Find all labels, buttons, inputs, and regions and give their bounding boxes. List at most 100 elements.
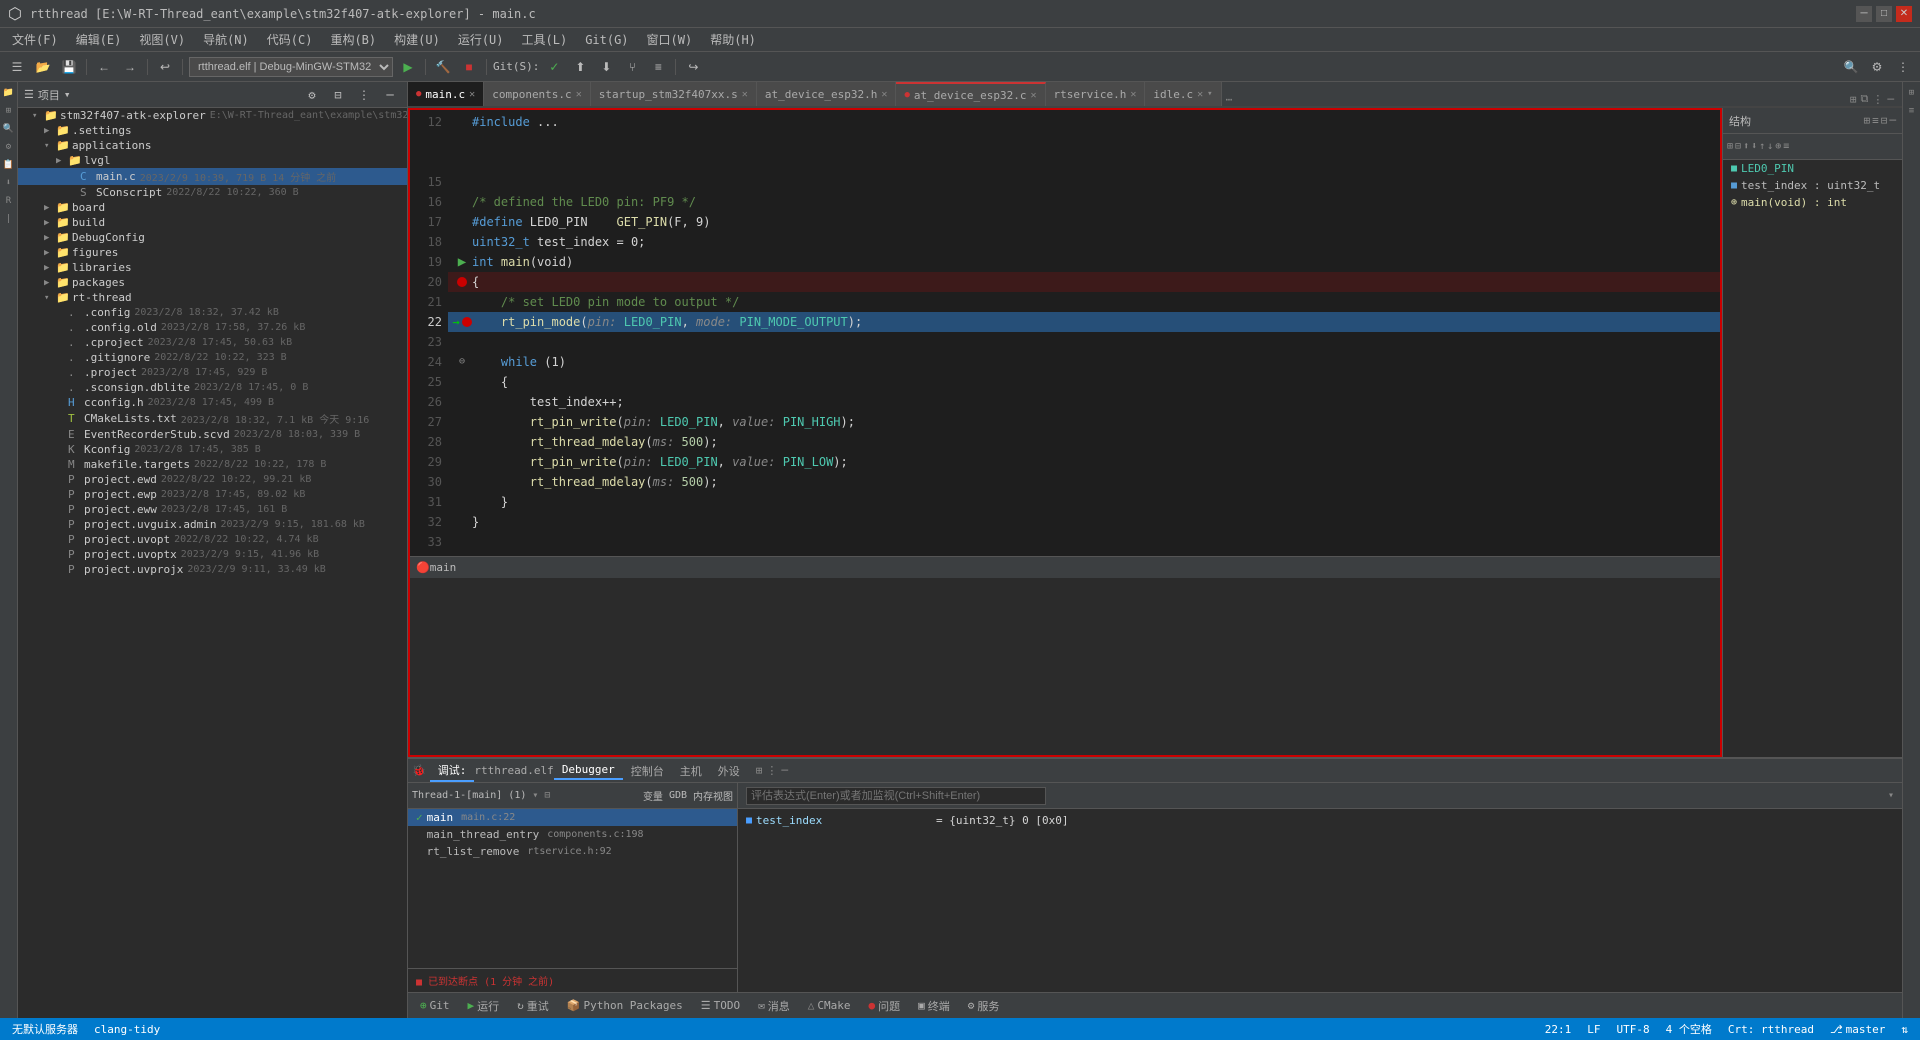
tree-libraries[interactable]: ▶ 📁 libraries: [18, 260, 407, 275]
status-clang-tidy[interactable]: clang-tidy: [90, 1023, 164, 1036]
tree-cconfigh[interactable]: H cconfig.h 2023/2/8 17:45, 499 B: [18, 395, 407, 410]
menu-view[interactable]: 视图(V): [131, 29, 193, 50]
menu-git[interactable]: Git(G): [577, 31, 636, 49]
menu-code[interactable]: 代码(C): [259, 29, 321, 50]
tree-uvprojx[interactable]: P project.uvprojx 2023/2/9 9:11, 33.49 k…: [18, 562, 407, 577]
tab-extra[interactable]: ⋯: [1222, 93, 1237, 106]
outline-item-testindex[interactable]: ■ test_index : uint32_t: [1723, 177, 1902, 194]
outline-tool-5[interactable]: ↑: [1759, 141, 1765, 152]
toolbar-git-check[interactable]: ✓: [543, 56, 565, 78]
toolbar-settings[interactable]: ⚙: [1866, 56, 1888, 78]
tab-bar-expand[interactable]: ⊞: [1850, 93, 1857, 106]
outline-action-1[interactable]: ⊞: [1864, 114, 1871, 127]
outline-action-4[interactable]: ─: [1889, 114, 1896, 127]
tree-lvgl[interactable]: ▶ 📁 lvgl: [18, 153, 407, 168]
tree-makefiletargets[interactable]: M makefile.targets 2022/8/22 10:22, 178 …: [18, 457, 407, 472]
status-line-col[interactable]: 22:1: [1541, 1023, 1576, 1036]
status-encoding[interactable]: UTF-8: [1612, 1023, 1653, 1036]
toolbar-redo[interactable]: ↪: [682, 56, 704, 78]
call-stack-thread-entry[interactable]: ✓ main_thread_entry components.c:198: [408, 826, 737, 843]
outline-action-3[interactable]: ⊟: [1881, 114, 1888, 127]
tree-eventrecorder[interactable]: E EventRecorderStub.scvd 2023/2/8 18:03,…: [18, 427, 407, 442]
debug-tab-console[interactable]: 控制台: [623, 761, 672, 781]
outline-tool-6[interactable]: ↓: [1767, 141, 1773, 152]
tab-startup[interactable]: startup_stm32f407xx.s ✕: [591, 82, 757, 106]
debug-right-close[interactable]: ▾: [1888, 790, 1894, 801]
tab-close-components-c[interactable]: ✕: [576, 89, 582, 100]
outline-tool-4[interactable]: ⬇: [1751, 141, 1757, 152]
bottom-tab-services[interactable]: ⚙ 服务: [960, 996, 1008, 1016]
code-editor[interactable]: 12 15 16 17 18 19 20 21 22 23 24 25: [408, 108, 1722, 556]
tab-bar-close[interactable]: ─: [1887, 93, 1894, 106]
left-icon-8[interactable]: |: [2, 212, 16, 226]
tree-packages[interactable]: ▶ 📁 packages: [18, 275, 407, 290]
project-collapse-btn[interactable]: ⊟: [327, 84, 349, 106]
tab-close-rtservice[interactable]: ✕: [1130, 89, 1136, 100]
bottom-tab-python[interactable]: 📦 Python Packages: [559, 997, 691, 1014]
outline-tool-8[interactable]: ≡: [1783, 141, 1789, 152]
debug-sort-btn[interactable]: ⊟: [544, 790, 550, 801]
tree-sconscript[interactable]: S SConscript 2022/8/22 10:22, 360 B: [18, 185, 407, 200]
tab-at-device-c[interactable]: ● at_device_esp32.c ✕: [896, 82, 1045, 106]
debug-tab-title[interactable]: 调试:: [430, 760, 475, 782]
tree-dot-project[interactable]: . .project 2023/2/8 17:45, 929 B: [18, 365, 407, 380]
tree-uvoptx[interactable]: P project.uvoptx 2023/2/9 9:15, 41.96 kB: [18, 547, 407, 562]
toolbar-undo[interactable]: ↩: [154, 56, 176, 78]
call-stack-rt-list-remove[interactable]: ✓ rt_list_remove rtservice.h:92: [408, 843, 737, 860]
tree-cmakelists[interactable]: T CMakeLists.txt 2023/2/8 18:32, 7.1 kB …: [18, 410, 407, 427]
tree-figures[interactable]: ▶ 📁 figures: [18, 245, 407, 260]
toolbar-git-push[interactable]: ⬆: [569, 56, 591, 78]
tree-build[interactable]: ▶ 📁 build: [18, 215, 407, 230]
right-icon-1[interactable]: ⊞: [1905, 86, 1919, 100]
toolbar-forward[interactable]: →: [119, 56, 141, 78]
debug-tab-peripheral[interactable]: 外设: [710, 761, 748, 781]
tree-config[interactable]: . .config 2023/2/8 18:32, 37.42 kB: [18, 305, 407, 320]
menu-refactor[interactable]: 重构(B): [322, 29, 384, 50]
debug-filter-btn[interactable]: ▾: [532, 790, 538, 801]
left-icon-2[interactable]: ⊞: [2, 104, 16, 118]
tree-root[interactable]: ▾ 📁 stm32f407-atk-explorer E:\W-RT-Threa…: [18, 108, 407, 123]
tree-main-c[interactable]: C main.c 2023/2/9 10:39, 719 B 14 分钟 之前: [18, 168, 407, 185]
tree-cproject[interactable]: . .cproject 2023/2/8 17:45, 50.63 kB: [18, 335, 407, 350]
tree-uvopt[interactable]: P project.uvopt 2022/8/22 10:22, 4.74 kB: [18, 532, 407, 547]
bottom-tab-retry[interactable]: ↻ 重试: [509, 996, 557, 1016]
debug-config-dropdown[interactable]: rtthread.elf | Debug-MinGW-STM32: [189, 57, 393, 77]
tree-rtthread[interactable]: ▾ 📁 rt-thread: [18, 290, 407, 305]
project-settings-btn[interactable]: ⚙: [301, 84, 323, 106]
tab-main-c[interactable]: ● main.c ✕: [408, 82, 484, 106]
debug-expression-input[interactable]: [746, 787, 1046, 805]
maximize-button[interactable]: □: [1876, 6, 1892, 22]
status-no-server[interactable]: 无默认服务器: [8, 1021, 82, 1037]
toolbar-run-debug[interactable]: ▶: [397, 56, 419, 78]
menu-nav[interactable]: 导航(N): [195, 29, 257, 50]
tab-bar-split[interactable]: ⧉: [1861, 92, 1869, 106]
debug-tab-debugger[interactable]: Debugger: [554, 761, 623, 780]
tab-close-idle[interactable]: ✕: [1197, 89, 1203, 100]
toolbar-build[interactable]: 🔨: [432, 56, 454, 78]
menu-tools[interactable]: 工具(L): [514, 29, 576, 50]
status-line-ending[interactable]: LF: [1583, 1023, 1604, 1036]
tab-close-at-device-h[interactable]: ✕: [881, 89, 887, 100]
outline-item-led0pin[interactable]: ■ LED0_PIN: [1723, 160, 1902, 177]
tree-debugconfig[interactable]: ▶ 📁 DebugConfig: [18, 230, 407, 245]
tree-projectewp[interactable]: P project.ewp 2023/2/8 17:45, 89.02 kB: [18, 487, 407, 502]
left-icon-4[interactable]: ⚙: [2, 140, 16, 154]
tree-uvguix[interactable]: P project.uvguix.admin 2023/2/9 9:15, 18…: [18, 517, 407, 532]
right-icon-2[interactable]: ≡: [1905, 104, 1919, 118]
toolbar-new[interactable]: ☰: [6, 56, 28, 78]
tab-rtservice[interactable]: rtservice.h ✕: [1046, 82, 1146, 106]
outline-tool-3[interactable]: ⬆: [1743, 141, 1749, 152]
tab-close-at-device-c[interactable]: ✕: [1030, 90, 1036, 101]
tree-settings[interactable]: ▶ 📁 .settings: [18, 123, 407, 138]
outline-tool-1[interactable]: ⊞: [1727, 141, 1733, 152]
bottom-tab-cmake[interactable]: △ CMake: [800, 997, 859, 1014]
debug-tab-host[interactable]: 主机: [672, 761, 710, 781]
toolbar-save[interactable]: 💾: [58, 56, 80, 78]
close-button[interactable]: ✕: [1896, 6, 1912, 22]
tree-sconsign[interactable]: . .sconsign.dblite 2023/2/8 17:45, 0 B: [18, 380, 407, 395]
outline-action-2[interactable]: ≡: [1872, 114, 1879, 127]
menu-window[interactable]: 窗口(W): [639, 29, 701, 50]
tab-close-startup[interactable]: ✕: [742, 89, 748, 100]
bottom-tab-message[interactable]: ✉ 消息: [750, 996, 798, 1016]
tab-close-main-c[interactable]: ✕: [469, 89, 475, 100]
